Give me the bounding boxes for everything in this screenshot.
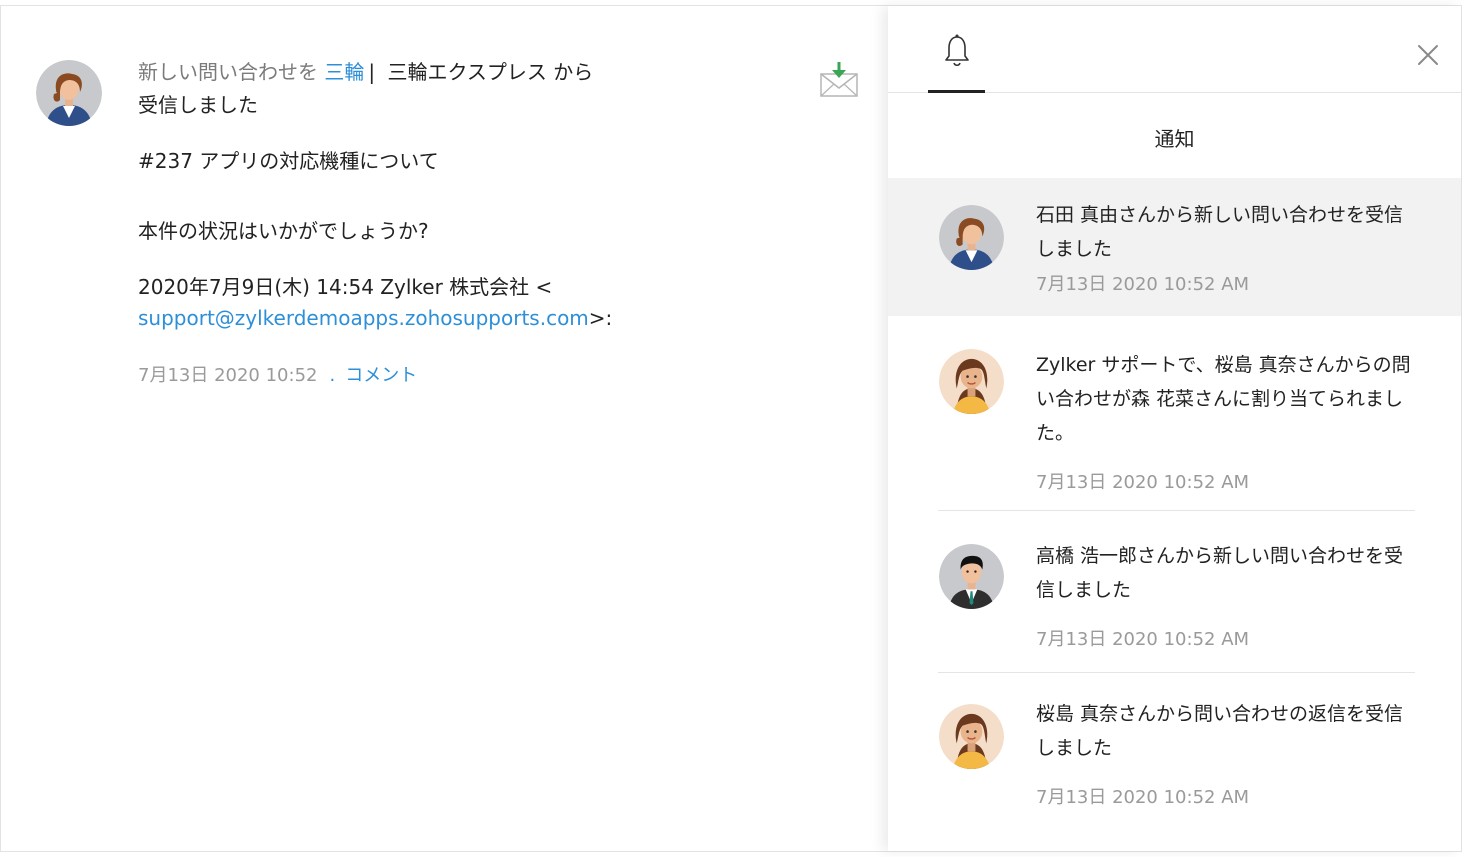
notification-item[interactable]: 石田 真由さんから新しい問い合わせを受信しました 7月13日 2020 10:5… — [888, 178, 1461, 316]
header-suffix: 受信しました — [138, 93, 258, 117]
notification-time: 7月13日 2020 10:52 AM — [1036, 629, 1250, 650]
contact-link[interactable]: 三輪 — [324, 60, 364, 84]
meta-dot: . — [329, 365, 336, 386]
tab-notifications[interactable] — [928, 32, 985, 93]
message-body: 本件の状況はいかがでしょうか? — [138, 219, 429, 243]
ticket-event-header: 新しい問い合わせを 三輪 | 三輪エクスプレス から 受信しました — [138, 56, 658, 122]
quoted-header: 2020年7月9日(木) 14:54 Zylker 株式会社 < support… — [138, 272, 838, 334]
ticket-subject[interactable]: #237 アプリの対応機種について — [138, 146, 439, 176]
notification-time: 7月13日 2020 10:52 AM — [1036, 274, 1250, 295]
panel-tabs — [888, 6, 1461, 93]
quote-line: 2020年7月9日(木) 14:54 Zylker 株式会社 < — [138, 275, 553, 299]
active-tab-underline — [928, 90, 985, 93]
ticket-detail-pane: 新しい問い合わせを 三輪 | 三輪エクスプレス から 受信しました #237 アプ… — [1, 6, 888, 851]
envelope-download-icon[interactable] — [819, 60, 859, 98]
woman-long-hair-avatar — [939, 704, 1004, 769]
header-separator: | — [368, 60, 376, 84]
header-prefix: 新しい問い合わせを — [138, 60, 318, 84]
bell-icon — [945, 34, 969, 67]
customer-avatar — [36, 60, 102, 126]
notification-time: 7月13日 2020 10:52 AM — [1036, 787, 1250, 808]
company-name: 三輪エクスプレス から — [387, 60, 594, 84]
notification-text: 高橋 浩一郎さんから新しい問い合わせを受信しました — [1036, 545, 1404, 601]
panel-title: 通知 — [1154, 127, 1195, 151]
woman-long-hair-avatar — [939, 349, 1004, 414]
comment-link[interactable]: コメント — [345, 365, 417, 386]
notification-item[interactable]: Zylker サポートで、桜島 真奈さんからの問い合わせが森 花菜さんに割り当て… — [888, 316, 1461, 512]
notification-text: 石田 真由さんから新しい問い合わせを受信しました — [1036, 204, 1404, 260]
message-meta: 7月13日 2020 10:52. コメント — [138, 362, 417, 390]
close-icon[interactable] — [1416, 43, 1440, 67]
message-timestamp: 7月13日 2020 10:52 — [138, 365, 318, 386]
quote-tail: >: — [588, 306, 613, 330]
support-email-link[interactable]: support@zylkerdemoapps.zohosupports.com — [138, 306, 589, 330]
woman-short-hair-avatar — [939, 205, 1004, 270]
man-suit-avatar — [939, 544, 1004, 609]
notification-item[interactable]: 桜島 真奈さんから問い合わせの返信を受信しました 7月13日 2020 10:5… — [888, 673, 1461, 843]
notification-text: 桜島 真奈さんから問い合わせの返信を受信しました — [1036, 703, 1404, 759]
notifications-panel: 通知 石田 真由さんから新しい問い合わせを受信しました 7月13日 2020 1… — [888, 6, 1461, 851]
notification-text: Zylker サポートで、桜島 真奈さんからの問い合わせが森 花菜さんに割り当て… — [1036, 354, 1411, 444]
notification-item[interactable]: 高橋 浩一郎さんから新しい問い合わせを受信しました 7月13日 2020 10:… — [888, 511, 1461, 673]
app-window: 新しい問い合わせを 三輪 | 三輪エクスプレス から 受信しました #237 アプ… — [0, 5, 1462, 852]
notification-time: 7月13日 2020 10:52 AM — [1036, 472, 1250, 493]
